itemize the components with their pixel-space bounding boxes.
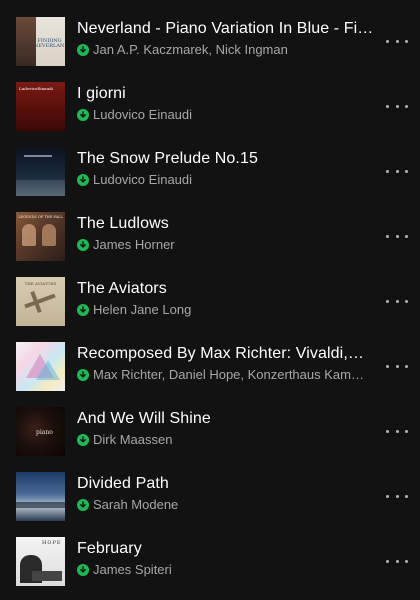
- track-row[interactable]: Recomposed By Max Richter: Vivaldi,… Max…: [0, 342, 420, 407]
- album-art-text: FINDING NEVERLAND: [34, 38, 65, 49]
- album-art: THE AVIATORS: [16, 277, 65, 326]
- track-artist: Sarah Modene: [93, 497, 179, 512]
- album-art: [16, 147, 65, 196]
- album-art-text: HOPE: [42, 540, 62, 546]
- download-icon: [77, 239, 89, 251]
- track-row[interactable]: LudovicoEinaudi I giorni Ludovico Einaud…: [0, 82, 420, 147]
- album-art: LudovicoEinaudi: [16, 82, 65, 131]
- track-title: The Ludlows: [77, 215, 169, 232]
- download-icon: [77, 174, 89, 186]
- download-icon: [77, 304, 89, 316]
- track-artist: James Spiteri: [93, 562, 172, 577]
- more-options-icon[interactable]: [386, 33, 408, 49]
- track-row[interactable]: FINDING NEVERLAND Neverland - Piano Vari…: [0, 17, 420, 82]
- track-artist: Ludovico Einaudi: [93, 172, 193, 187]
- track-row[interactable]: piano And We Will Shine Dirk Maassen: [0, 407, 420, 472]
- more-options-icon[interactable]: [386, 293, 408, 309]
- more-options-icon[interactable]: [386, 488, 408, 504]
- track-artist: Dirk Maassen: [93, 432, 173, 447]
- track-title: Recomposed By Max Richter: Vivaldi,…: [77, 345, 364, 362]
- more-options-icon[interactable]: [386, 553, 408, 569]
- track-artist: James Horner: [93, 237, 175, 252]
- download-icon: [77, 109, 89, 121]
- album-art: FINDING NEVERLAND: [16, 17, 65, 66]
- download-icon: [77, 564, 89, 576]
- track-title: The Aviators: [77, 280, 167, 297]
- track-artist: Helen Jane Long: [93, 302, 192, 317]
- track-title: The Snow Prelude No.15: [77, 150, 258, 167]
- album-art: piano: [16, 407, 65, 456]
- more-options-icon[interactable]: [386, 423, 408, 439]
- track-row[interactable]: Divided Path Sarah Modene: [0, 472, 420, 537]
- album-art: HOPE: [16, 537, 65, 586]
- track-row[interactable]: THE AVIATORS The Aviators Helen Jane Lon…: [0, 277, 420, 342]
- album-art: [16, 472, 65, 521]
- download-icon: [77, 44, 89, 56]
- track-row[interactable]: HOPE February James Spiteri: [0, 537, 420, 600]
- track-title: February: [77, 540, 142, 557]
- track-artist: Jan A.P. Kaczmarek, Nick Ingman: [93, 42, 288, 57]
- more-options-icon[interactable]: [386, 163, 408, 179]
- track-row[interactable]: The Snow Prelude No.15 Ludovico Einaudi: [0, 147, 420, 212]
- album-art: LEGENDS OF THE FALL: [16, 212, 65, 261]
- track-artist: Ludovico Einaudi: [93, 107, 193, 122]
- track-title: And We Will Shine: [77, 410, 211, 427]
- album-art: [16, 342, 65, 391]
- track-artist: Max Richter, Daniel Hope, Konzerthaus Ka…: [93, 367, 364, 382]
- download-icon: [77, 369, 89, 381]
- more-options-icon[interactable]: [386, 228, 408, 244]
- track-title: I giorni: [77, 85, 126, 102]
- album-art-text: THE AVIATORS: [24, 281, 57, 286]
- download-icon: [77, 434, 89, 446]
- track-title: Neverland - Piano Variation In Blue - Fi…: [77, 20, 374, 37]
- track-row[interactable]: LEGENDS OF THE FALL The Ludlows James Ho…: [0, 212, 420, 277]
- track-title: Divided Path: [77, 475, 169, 492]
- album-art-text: piano: [36, 429, 53, 436]
- download-icon: [77, 499, 89, 511]
- album-art-text: LEGENDS OF THE FALL: [18, 215, 63, 219]
- album-art-text: LudovicoEinaudi: [19, 86, 53, 91]
- more-options-icon[interactable]: [386, 358, 408, 374]
- track-list: FINDING NEVERLAND Neverland - Piano Vari…: [0, 0, 420, 600]
- more-options-icon[interactable]: [386, 98, 408, 114]
